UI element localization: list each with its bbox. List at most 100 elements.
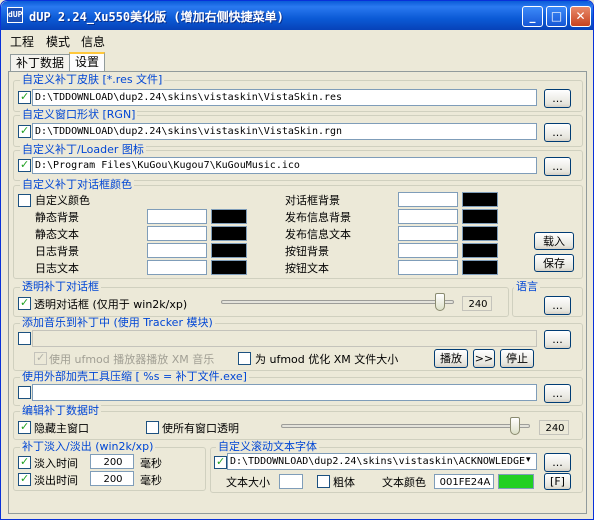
release-text-label: 发布信息文本 (285, 228, 351, 241)
fade-out-input[interactable]: 200 (90, 471, 134, 486)
music-group-label: 添加音乐到补丁中 (使用 Tracker 模块) (20, 316, 215, 329)
log-bg-label: 日志背景 (35, 245, 79, 258)
bold-checkbox[interactable] (317, 475, 330, 488)
next-button[interactable]: >> (473, 349, 495, 368)
scroll-path-dropdown[interactable]: D:\TDDOWNLOAD\dup2.24\skins\vistaskin\AC… (227, 453, 537, 470)
close-button[interactable]: ✕ (570, 6, 591, 27)
packer-checkbox[interactable] (18, 386, 31, 399)
tab-patch-data[interactable]: 补丁数据 (10, 54, 71, 71)
music-browse-button[interactable]: ... (544, 330, 571, 349)
release-bg-label: 发布信息背景 (285, 211, 351, 224)
button-text-input[interactable] (398, 260, 458, 275)
custom-color-checkbox[interactable] (18, 194, 31, 207)
menu-project[interactable]: 工程 (10, 33, 34, 50)
fade-out-checkbox[interactable] (18, 472, 31, 486)
shape-path-field[interactable]: D:\TDDOWNLOAD\dup2.24\skins\vistaskin\Vi… (32, 123, 537, 140)
transparent-group-label: 透明补丁对话框 (20, 280, 101, 293)
minimize-button[interactable]: _ (522, 6, 543, 27)
all-transparent-label: 使所有窗口透明 (162, 422, 239, 435)
title-bar[interactable]: dUP dUP 2.24_Xu550美化版 (增加右侧快捷菜单) _ □ ✕ (1, 1, 593, 30)
main-window: dUP dUP 2.24_Xu550美化版 (增加右侧快捷菜单) _ □ ✕ 工… (0, 0, 594, 520)
language-group-label: 语言 (514, 280, 540, 293)
transparent-slider-thumb[interactable] (435, 293, 446, 311)
scroll-font-checkbox[interactable] (214, 455, 227, 469)
edit-slider-thumb[interactable] (510, 417, 521, 435)
log-bg-input[interactable] (147, 243, 207, 258)
button-text-label: 按钮文本 (285, 262, 329, 275)
skin-path-field[interactable]: D:\TDDOWNLOAD\dup2.24\skins\vistaskin\Vi… (32, 89, 537, 106)
static-bg-input[interactable] (147, 209, 207, 224)
hide-main-checkbox[interactable] (18, 420, 31, 434)
all-transparent-checkbox[interactable] (146, 421, 159, 434)
menu-mode[interactable]: 模式 (46, 33, 70, 50)
icon-path-field[interactable]: D:\Program Files\KuGou\Kugou7\KuGouMusic… (32, 157, 537, 174)
dialog-bg-swatch[interactable] (462, 192, 498, 207)
font-button[interactable]: [F] (544, 473, 571, 490)
skin-checkbox[interactable] (18, 90, 31, 104)
dialog-bg-label: 对话框背景 (285, 194, 340, 207)
transparent-value: 240 (462, 296, 492, 311)
button-bg-input[interactable] (398, 243, 458, 258)
tab-settings[interactable]: 设置 (69, 52, 106, 72)
log-text-input[interactable] (147, 260, 207, 275)
release-text-swatch[interactable] (462, 226, 498, 241)
load-colors-button[interactable]: 载入 (534, 232, 574, 250)
packer-browse-button[interactable]: ... (544, 384, 571, 403)
ufmod-optimize-checkbox[interactable] (238, 352, 251, 365)
static-bg-label: 静态背景 (35, 211, 79, 224)
static-bg-swatch[interactable] (211, 209, 247, 224)
release-bg-input[interactable] (398, 209, 458, 224)
fade-in-input[interactable]: 200 (90, 454, 134, 469)
icon-browse-button[interactable]: ... (544, 157, 571, 176)
stop-button[interactable]: 停止 (500, 349, 534, 368)
packer-command-field[interactable] (32, 384, 537, 401)
edit-group-label: 编辑补丁数据时 (20, 404, 101, 417)
edit-value: 240 (539, 420, 569, 435)
play-button[interactable]: 播放 (434, 349, 468, 368)
release-bg-swatch[interactable] (462, 209, 498, 224)
scroll-browse-button[interactable]: ... (544, 453, 571, 472)
text-size-input[interactable] (279, 474, 303, 489)
shape-browse-button[interactable]: ... (544, 123, 571, 142)
skin-group-label: 自定义补丁皮肤 [*.res 文件] (20, 73, 165, 86)
shape-group-label: 自定义窗口形状 [RGN] (20, 108, 138, 121)
icon-checkbox[interactable] (18, 158, 31, 172)
transparent-label: 透明对话框 (仅用于 win2k/xp) (34, 298, 188, 311)
ufmod-play-label: 使用 ufmod 播放器播放 XM 音乐 (49, 353, 215, 366)
fade-in-unit: 毫秒 (140, 457, 162, 470)
text-color-input[interactable]: 001FE24A (434, 474, 494, 489)
save-colors-button[interactable]: 保存 (534, 254, 574, 272)
static-text-input[interactable] (147, 226, 207, 241)
colors-group-label: 自定义补丁对话框颜色 (20, 178, 134, 191)
icon-group-label: 自定义补丁/Loader 图标 (20, 143, 146, 156)
release-text-input[interactable] (398, 226, 458, 241)
bold-label: 粗体 (333, 476, 355, 489)
log-bg-swatch[interactable] (211, 243, 247, 258)
text-color-swatch[interactable] (498, 474, 534, 489)
text-size-label: 文本大小 (226, 476, 270, 489)
language-browse-button[interactable]: ... (544, 296, 571, 315)
menu-info[interactable]: 信息 (81, 33, 105, 50)
shape-checkbox[interactable] (18, 124, 31, 138)
static-text-swatch[interactable] (211, 226, 247, 241)
edit-slider-track[interactable] (281, 424, 530, 428)
transparent-slider-track[interactable] (221, 300, 454, 304)
skin-browse-button[interactable]: ... (544, 89, 571, 108)
fade-in-checkbox[interactable] (18, 455, 31, 469)
dialog-bg-input[interactable] (398, 192, 458, 207)
transparent-checkbox[interactable] (18, 296, 31, 310)
music-path-field[interactable] (32, 330, 537, 347)
ufmod-play-checkbox[interactable] (34, 351, 47, 365)
app-icon: dUP (7, 7, 23, 23)
button-text-swatch[interactable] (462, 260, 498, 275)
music-checkbox[interactable] (18, 332, 31, 345)
log-text-label: 日志文本 (35, 262, 79, 275)
ufmod-optimize-label: 为 ufmod 优化 XM 文件大小 (255, 353, 399, 366)
log-text-swatch[interactable] (211, 260, 247, 275)
button-bg-swatch[interactable] (462, 243, 498, 258)
static-text-label: 静态文本 (35, 228, 79, 241)
button-bg-label: 按钮背景 (285, 245, 329, 258)
window-title: dUP 2.24_Xu550美化版 (增加右侧快捷菜单) (29, 10, 284, 24)
maximize-button[interactable]: □ (546, 6, 567, 27)
fade-out-label: 淡出时间 (34, 474, 78, 487)
